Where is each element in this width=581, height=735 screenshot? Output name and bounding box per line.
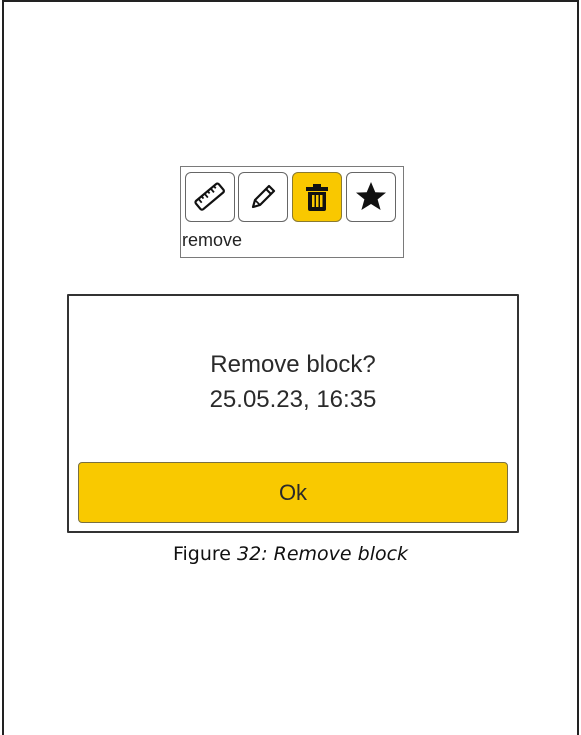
remove-button[interactable] [292, 172, 342, 222]
trash-icon [306, 184, 328, 211]
document-page: remove Remove block? 25.05.23, 16:35 Ok … [0, 0, 581, 735]
caption-prefix: Figure [172, 543, 238, 565]
edit-button[interactable] [238, 172, 288, 222]
dialog-title: Remove block? [210, 351, 376, 378]
figure-caption: Figure 32: Remove block [0, 543, 581, 565]
tool-label: remove [182, 230, 243, 250]
toolbar-screenshot: remove [180, 166, 404, 258]
confirm-dialog: Remove block? 25.05.23, 16:35 Ok [67, 294, 519, 533]
ok-button[interactable]: Ok [78, 462, 508, 523]
pencil-icon [251, 184, 276, 209]
measure-button[interactable] [185, 172, 235, 222]
star-icon [356, 182, 386, 210]
favorite-button[interactable] [346, 172, 396, 222]
dialog-timestamp: 25.05.23, 16:35 [209, 386, 377, 413]
caption-number-title: 32: Remove block [237, 543, 409, 565]
ruler-icon [194, 182, 225, 211]
